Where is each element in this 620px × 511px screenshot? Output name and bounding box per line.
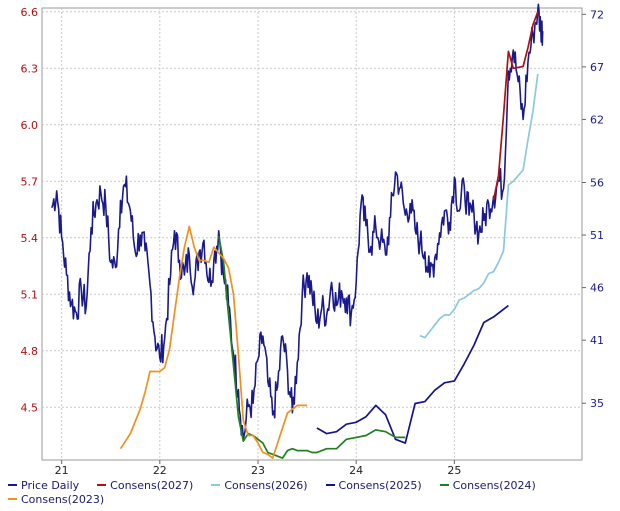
y-right-tick-label: 46	[590, 282, 604, 295]
legend-label: Consens(2024)	[452, 478, 536, 492]
plot-area	[41, 7, 583, 461]
legend-swatch	[8, 498, 17, 500]
legend-row: Consens(2023)	[8, 492, 612, 506]
x-tick-label: 25	[447, 464, 461, 477]
y-right-tick-label: 35	[590, 397, 604, 410]
y-right-tick-label: 72	[590, 8, 604, 21]
legend-item[interactable]: Consens(2026)	[211, 478, 308, 492]
legend-item[interactable]: Consens(2025)	[325, 478, 422, 492]
y-right-tick-label: 67	[590, 61, 604, 74]
legend-label: Consens(2026)	[224, 478, 308, 492]
x-tick-label: 21	[55, 464, 69, 477]
chart: 6.6 6.3 6.0 5.7 5.4 5.1 4.8 4.5 72 67 62 56 51 46 41 35…	[21, 3, 604, 477]
y-right-tick-label: 56	[590, 176, 604, 189]
y-left-tick-label: 4.5	[21, 401, 39, 414]
y-left-tick-label: 5.4	[21, 232, 39, 245]
legend-item[interactable]: Consens(2023)	[8, 493, 104, 506]
legend-swatch	[97, 484, 107, 486]
legend-item[interactable]: Price Daily	[8, 479, 79, 492]
y-right-tick-label: 62	[590, 113, 604, 126]
legend: Price Daily Consens(2027) Consens(2026) Con…	[8, 478, 612, 506]
legend-swatch	[211, 484, 221, 486]
y-right-tick-label: 51	[590, 229, 604, 242]
y-left-tick-label: 6.3	[21, 62, 39, 75]
legend-label: Consens(2027)	[110, 478, 194, 492]
legend-item[interactable]: Consens(2027)	[97, 479, 193, 492]
y-left-tick-label: 5.1	[21, 288, 39, 301]
legend-row: Price Daily Consens(2027) Consens(2026) Con…	[8, 478, 612, 492]
legend-label: Consens(2025)	[338, 478, 422, 492]
y-left-tick-label: 6.0	[21, 119, 39, 132]
legend-label: Price Daily	[21, 478, 80, 492]
legend-label: Consens(2023)	[21, 492, 105, 506]
y-left-tick-label: 5.7	[21, 175, 39, 188]
x-tick-label: 22	[153, 464, 167, 477]
x-tick-label: 23	[251, 464, 265, 477]
y-left-tick-label: 6.6	[21, 6, 39, 19]
legend-swatch	[8, 484, 17, 486]
legend-swatch	[439, 484, 449, 486]
y-right-tick-label: 41	[590, 334, 604, 347]
y-left-tick-label: 4.8	[21, 345, 39, 358]
legend-swatch	[325, 484, 335, 486]
x-tick-label: 24	[349, 464, 363, 477]
legend-item[interactable]: Consens(2024)	[439, 478, 536, 492]
